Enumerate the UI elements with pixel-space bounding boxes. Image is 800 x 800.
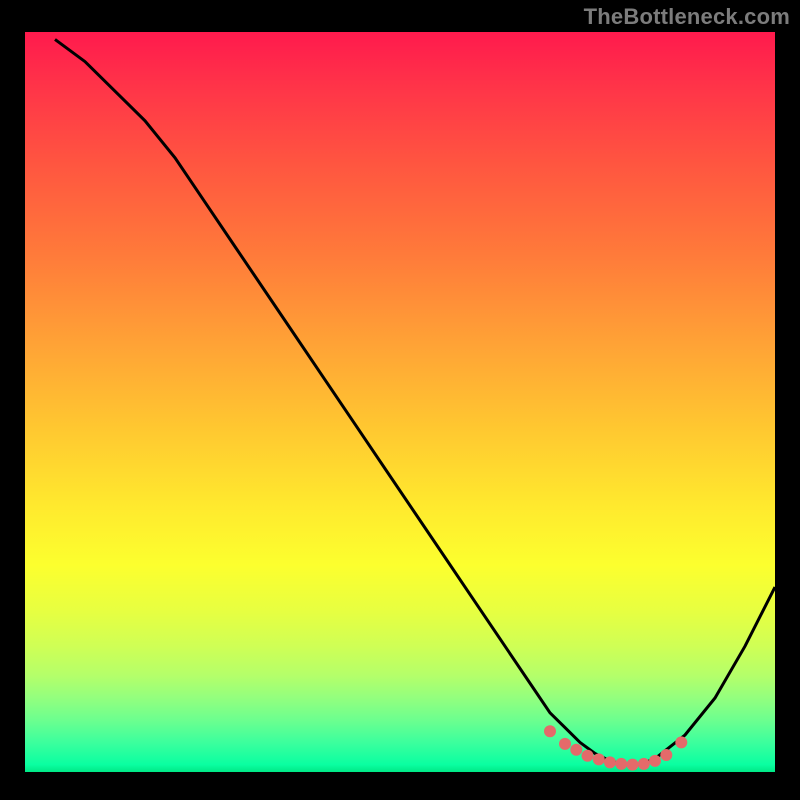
optimum-dot	[649, 755, 661, 767]
optimum-dot	[570, 744, 582, 756]
optimum-dot	[627, 759, 639, 771]
optimum-dot	[638, 758, 650, 770]
optimum-dot	[544, 725, 556, 737]
optimum-dot	[582, 750, 594, 762]
chart-container	[25, 32, 775, 772]
optimum-dot	[604, 756, 616, 768]
optimum-dot	[660, 749, 672, 761]
page-root: TheBottleneck.com	[0, 0, 800, 800]
bottleneck-curve	[55, 39, 775, 764]
chart-svg	[25, 32, 775, 772]
optimum-dot	[559, 738, 571, 750]
optimum-dot	[615, 758, 627, 770]
optimum-dot	[675, 736, 687, 748]
attribution-text: TheBottleneck.com	[584, 4, 790, 30]
optimum-band-dots	[544, 725, 687, 770]
optimum-dot	[593, 753, 605, 765]
